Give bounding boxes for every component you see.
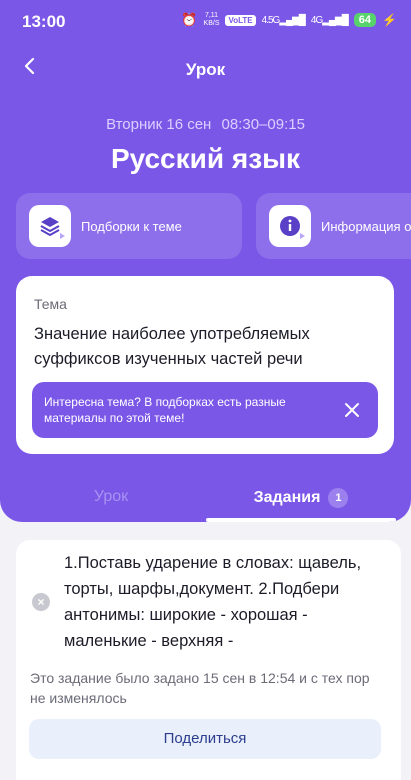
battery-icon: 64 (353, 13, 377, 27)
chip-collections-label: Подборки к теме (81, 218, 182, 234)
topic-text: Значение наиболее употребляемых суффиксо… (34, 325, 310, 368)
page-title: Урок (185, 60, 226, 79)
nav-bar: Урок (0, 44, 411, 92)
task-text: 1.Поставь ударение в словах: щавель, тор… (64, 554, 362, 650)
chip-collections[interactable]: Подборки к теме (16, 193, 242, 259)
active-tab-indicator (206, 518, 396, 522)
chip-info[interactable]: Информация о (256, 193, 411, 259)
close-icon[interactable] (340, 398, 364, 422)
share-button[interactable]: Поделиться (29, 719, 381, 759)
topic-card: Тема Значение наиболее употребляемых суф… (16, 276, 394, 454)
tasks-count-badge: 1 (328, 488, 349, 508)
lesson-subject: Русский язык (110, 143, 301, 174)
task-note: Это задание было задано 15 сен в 12:54 и… (30, 670, 370, 706)
tab-lesson[interactable]: Урок (56, 488, 166, 506)
tab-bar: Урок Задания 1 (0, 472, 411, 522)
status-icons: ⏰ 7,11 KB/S VoLTE 4.5G▂▄▆█ 4G▂▄▆█ 64 ⚡ (181, 12, 397, 28)
topic-label: Тема (34, 296, 67, 312)
network-speed: 7,11 KB/S (203, 12, 220, 27)
status-bar: 13:00 ⏰ 7,11 KB/S VoLTE 4.5G▂▄▆█ 4G▂▄▆█ 6… (0, 0, 411, 44)
alarm-icon: ⏰ (181, 12, 198, 27)
task-status-icon[interactable]: × (32, 593, 50, 611)
lesson-datetime: Вторник 16 сен 08:30–09:15 (0, 116, 411, 133)
hint-text: Интересна тема? В подборках есть разные … (44, 395, 286, 425)
tab-tasks-label: Задания (253, 489, 321, 507)
signal-icon-2: 4G▂▄▆█ (310, 14, 349, 26)
task-card: × 1.Поставь ударение в словах: щавель, т… (16, 540, 401, 780)
charging-icon: ⚡ (382, 13, 397, 27)
info-icon (269, 205, 311, 247)
lesson-day: Вторник 16 сен (106, 116, 212, 133)
topic-hint-banner: Интересна тема? В подборках есть разные … (32, 382, 378, 438)
signal-icon: 4.5G▂▄▆█ (261, 14, 306, 26)
status-time: 13:00 (22, 12, 66, 31)
tab-tasks[interactable]: Задания 1 (206, 488, 396, 508)
volte-badge: VoLTE (225, 14, 256, 26)
layers-icon (29, 205, 71, 247)
chip-info-label: Информация о (321, 218, 411, 234)
lesson-time: 08:30–09:15 (221, 116, 305, 133)
